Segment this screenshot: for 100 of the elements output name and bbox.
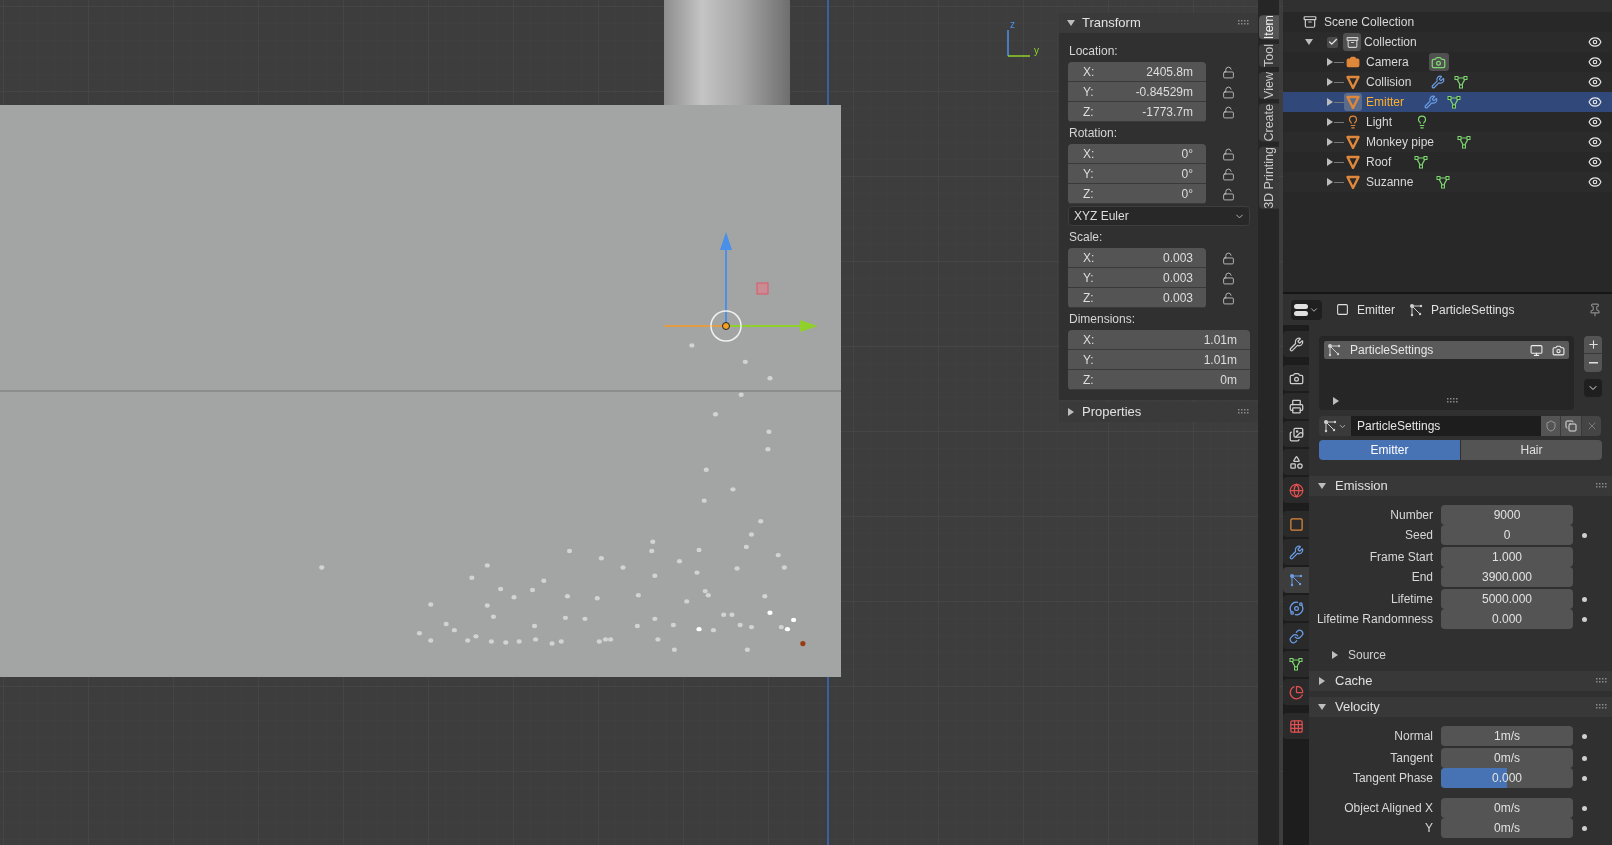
- eye-icon[interactable]: [1588, 55, 1602, 69]
- eye-icon[interactable]: [1588, 155, 1602, 169]
- unlocked-icon[interactable]: [1221, 105, 1235, 119]
- number-field[interactable]: 0m/s: [1441, 818, 1573, 838]
- number-field[interactable]: X: 1.01m: [1068, 330, 1250, 350]
- disclosure-triangle-icon[interactable]: [1067, 408, 1075, 416]
- add-button[interactable]: [1584, 336, 1602, 354]
- number-field[interactable]: 0m/s: [1441, 748, 1573, 768]
- pin-icon[interactable]: [1588, 302, 1602, 317]
- panel-header[interactable]: Cache: [1309, 671, 1612, 691]
- number-field[interactable]: Y: 1.01m: [1068, 350, 1250, 370]
- number-field[interactable]: Z: 0.003: [1068, 288, 1206, 308]
- number-field[interactable]: 3900.000: [1441, 567, 1573, 587]
- editor-type-button[interactable]: [1291, 299, 1322, 320]
- disclosure-triangle-icon[interactable]: [1318, 677, 1326, 685]
- number-field[interactable]: X: 0°: [1068, 144, 1206, 164]
- properties-tab[interactable]: [1283, 449, 1309, 475]
- panel-header[interactable]: Emission: [1309, 476, 1612, 496]
- properties-tab[interactable]: [1283, 651, 1309, 677]
- unlocked-icon[interactable]: [1221, 147, 1235, 161]
- disclosure-triangle-icon[interactable]: [1331, 651, 1339, 659]
- disclosure-triangle-icon[interactable]: [1326, 158, 1334, 166]
- subpanel-header[interactable]: Source: [1309, 645, 1612, 665]
- number-field[interactable]: 0.000: [1441, 768, 1573, 788]
- eye-icon[interactable]: [1588, 175, 1602, 189]
- grip-icon[interactable]: [1596, 678, 1608, 684]
- grip-icon[interactable]: [1238, 20, 1250, 26]
- sidebar-tab[interactable]: Tool: [1258, 44, 1279, 68]
- number-field[interactable]: Z: 0m: [1068, 370, 1250, 390]
- unlocked-icon[interactable]: [1221, 271, 1235, 285]
- disclosure-triangle-icon[interactable]: [1067, 19, 1075, 27]
- properties-tab[interactable]: [1283, 365, 1309, 391]
- unlocked-icon[interactable]: [1221, 251, 1235, 265]
- browse-button[interactable]: [1319, 416, 1351, 436]
- number-field[interactable]: 0m/s: [1441, 798, 1573, 818]
- disclosure-triangle-icon[interactable]: [1318, 703, 1326, 711]
- sidebar-tab[interactable]: 3D Printing: [1258, 146, 1279, 209]
- unlocked-icon[interactable]: [1221, 187, 1235, 201]
- duplicate-button[interactable]: [1560, 416, 1581, 436]
- number-field[interactable]: 0: [1441, 525, 1573, 545]
- number-field[interactable]: Y: -0.84529m: [1068, 82, 1206, 102]
- sidebar-tab[interactable]: Item: [1258, 15, 1279, 40]
- number-field[interactable]: 1m/s: [1441, 726, 1573, 746]
- type-tab[interactable]: Emitter: [1319, 440, 1460, 460]
- disclosure-triangle-icon[interactable]: [1318, 482, 1326, 490]
- sidebar-tab[interactable]: Create: [1258, 104, 1279, 142]
- unlocked-icon[interactable]: [1221, 167, 1235, 181]
- number-field[interactable]: X: 0.003: [1068, 248, 1206, 268]
- panel-header[interactable]: Transform: [1059, 13, 1258, 33]
- grip-icon[interactable]: [1596, 483, 1608, 489]
- properties-tab[interactable]: [1283, 623, 1309, 649]
- grip-icon[interactable]: [1238, 409, 1250, 415]
- number-field[interactable]: Y: 0°: [1068, 164, 1206, 184]
- properties-tab[interactable]: [1283, 595, 1309, 621]
- outliner-item[interactable]: Collection: [1364, 33, 1588, 51]
- disclosure-triangle-icon[interactable]: [1332, 397, 1340, 405]
- type-tab[interactable]: Hair: [1461, 440, 1602, 460]
- number-field[interactable]: 0.000: [1441, 609, 1573, 629]
- eye-icon[interactable]: [1588, 135, 1602, 149]
- wrench-icon[interactable]: [1424, 95, 1438, 109]
- properties-tab[interactable]: [1283, 421, 1309, 447]
- disclosure-triangle-icon[interactable]: [1326, 98, 1334, 106]
- eye-icon[interactable]: [1588, 35, 1602, 49]
- number-field[interactable]: Z: 0°: [1068, 184, 1206, 204]
- number-field[interactable]: Z: -1773.7m: [1068, 102, 1206, 122]
- wrench-icon[interactable]: [1431, 75, 1446, 89]
- panel-header[interactable]: Velocity: [1309, 697, 1612, 717]
- eye-icon[interactable]: [1588, 115, 1602, 129]
- rotation-mode-dropdown[interactable]: XYZ Euler: [1068, 206, 1250, 226]
- properties-tab[interactable]: [1283, 393, 1309, 419]
- outliner-item[interactable]: Scene Collection: [1324, 13, 1415, 31]
- monitor-icon[interactable]: [1530, 343, 1543, 357]
- number-field[interactable]: 9000: [1441, 505, 1573, 525]
- grip-icon[interactable]: [1447, 398, 1459, 404]
- number-field[interactable]: X: 2405.8m: [1068, 62, 1206, 82]
- number-field[interactable]: 5000.000: [1441, 589, 1573, 609]
- list-item[interactable]: ParticleSettings: [1324, 341, 1569, 359]
- panel-header[interactable]: Properties: [1059, 402, 1258, 422]
- disclosure-triangle-icon[interactable]: [1326, 138, 1334, 146]
- disclosure-triangle-icon[interactable]: [1326, 58, 1334, 66]
- datablock-name-field[interactable]: ParticleSettings: [1351, 416, 1541, 436]
- checkbox[interactable]: [1327, 36, 1338, 48]
- eye-icon[interactable]: [1588, 95, 1602, 109]
- disclosure-triangle-icon[interactable]: [1326, 78, 1334, 86]
- unlocked-icon[interactable]: [1221, 65, 1235, 79]
- number-field[interactable]: Y: 0.003: [1068, 268, 1206, 288]
- axis-gizmo[interactable]: [1007, 29, 1031, 57]
- properties-tab[interactable]: [1283, 539, 1309, 565]
- unlocked-icon[interactable]: [1221, 291, 1235, 305]
- disclosure-triangle-icon[interactable]: [1326, 178, 1334, 186]
- grip-icon[interactable]: [1596, 704, 1608, 710]
- disclosure-triangle-icon[interactable]: [1305, 38, 1313, 46]
- properties-tab[interactable]: [1283, 331, 1309, 357]
- sidebar-tab[interactable]: View: [1258, 72, 1279, 100]
- unlocked-icon[interactable]: [1221, 85, 1235, 99]
- properties-tab[interactable]: [1283, 567, 1309, 593]
- disclosure-triangle-icon[interactable]: [1326, 118, 1334, 126]
- outliner-row[interactable]: Emitter: [1281, 92, 1612, 112]
- unlink-button[interactable]: [1581, 416, 1601, 436]
- remove-button[interactable]: [1584, 354, 1602, 372]
